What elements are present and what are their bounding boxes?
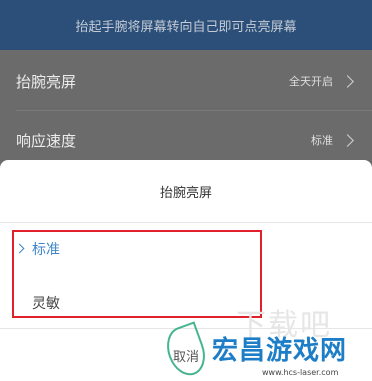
dialog-title: 抬腕亮屏 <box>0 160 372 222</box>
setting-label: 响应速度 <box>16 131 77 150</box>
watermark-brand-text: 宏昌游戏网 <box>212 336 348 366</box>
setting-label: 抬腕亮屏 <box>16 72 77 91</box>
dialog-title-text: 抬腕亮屏 <box>159 185 212 201</box>
setting-value-group: 标准 <box>311 132 356 148</box>
chevron-right-icon <box>341 133 354 147</box>
annotation-highlight-box <box>12 230 262 318</box>
watermark-url: www.hcs-laser.com <box>262 368 339 377</box>
chevron-right-icon <box>341 74 354 88</box>
banner-text: 抬起手腕将屏幕转向自己即可点亮屏幕 <box>75 19 297 35</box>
setting-row-raise-to-wake[interactable]: 抬腕亮屏 全天开启 <box>0 52 372 110</box>
setting-value: 标准 <box>311 134 333 147</box>
setting-value: 全天开启 <box>289 75 333 88</box>
setting-value-group: 全天开启 <box>289 73 356 89</box>
top-banner: 抬起手腕将屏幕转向自己即可点亮屏幕 <box>0 0 372 50</box>
